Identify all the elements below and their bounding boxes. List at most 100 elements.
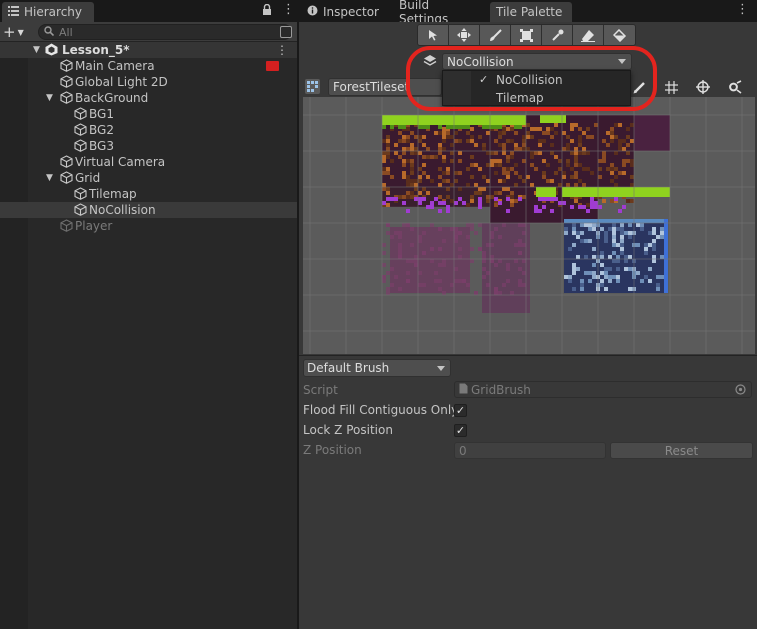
expand-arrow-icon[interactable]: ▼ <box>46 173 53 183</box>
expand-arrow-icon[interactable]: ▼ <box>33 45 40 55</box>
fill-tool-button[interactable] <box>604 25 635 45</box>
script-field[interactable]: GridBrush <box>454 381 752 398</box>
faded-speckle <box>438 263 442 267</box>
flood-fill-checkbox[interactable]: ✓ <box>454 404 467 417</box>
tree-row[interactable]: Virtual Camera <box>0 154 297 170</box>
tree-row[interactable]: Tilemap <box>0 186 297 202</box>
search-filter-icon[interactable] <box>280 26 292 38</box>
palette-dropdown[interactable]: ForestTileset <box>328 78 442 96</box>
add-object-button[interactable]: + ▼ <box>3 23 29 41</box>
faded-speckle <box>406 271 410 275</box>
z-position-input[interactable]: 0 <box>454 442 606 459</box>
gameobject-cube-icon <box>60 171 73 184</box>
dirt-speckle <box>486 151 490 155</box>
tab-build-settings[interactable]: Build Settings <box>393 0 487 26</box>
brush-dropdown[interactable]: Default Brush <box>303 359 451 377</box>
grid-icon <box>664 80 678 94</box>
stone-speckle <box>604 231 608 235</box>
stone-speckle <box>612 259 616 263</box>
palette-settings-button[interactable] <box>720 77 750 97</box>
tree-row[interactable]: Main Camera <box>0 58 297 74</box>
stone-speckle <box>572 223 576 227</box>
dirt-speckle <box>610 167 614 171</box>
faded-speckle <box>522 271 526 275</box>
faded-speckle <box>482 275 486 279</box>
gizmos-toggle-button[interactable] <box>688 77 718 97</box>
tile-palette-canvas[interactable] <box>303 97 755 354</box>
move-tool-button[interactable] <box>449 25 480 45</box>
faded-speckle <box>414 255 418 259</box>
dirt-speckle <box>402 151 406 155</box>
tree-row[interactable]: ▼ BackGround <box>0 90 297 106</box>
lock-z-checkbox[interactable]: ✓ <box>454 424 467 437</box>
tab-inspector[interactable]: Inspector <box>301 2 391 22</box>
paint-brush-tool-button[interactable] <box>480 25 511 45</box>
menu-item-nocollision[interactable]: ✓ NoCollision <box>443 71 630 88</box>
dirt-speckle <box>534 167 538 171</box>
reset-button[interactable]: Reset <box>610 442 753 459</box>
gameobject-cube-icon <box>74 139 87 152</box>
tileset-preview[interactable] <box>303 97 755 354</box>
stone-speckle <box>608 275 612 279</box>
dirt-speckle <box>390 159 394 163</box>
dirt-speckle <box>494 159 498 163</box>
dirt-speckle <box>470 195 474 199</box>
box-fill-tool-button[interactable] <box>511 25 542 45</box>
dirt-speckle <box>442 127 446 131</box>
dirt-speckle <box>474 191 478 195</box>
tree-row[interactable]: BG1 <box>0 106 297 122</box>
eraser-tool-button[interactable] <box>573 25 604 45</box>
select-tool-button[interactable] <box>418 25 449 45</box>
stone-speckle <box>660 235 664 239</box>
active-tilemap-dropdown[interactable]: NoCollision <box>442 53 632 70</box>
chevron-down-icon <box>618 59 626 64</box>
faded-speckle <box>418 283 422 287</box>
tree-row[interactable]: BG3 <box>0 138 297 154</box>
stone-speckle <box>572 287 576 291</box>
tree-row[interactable]: BG2 <box>0 122 297 138</box>
scene-options-icon[interactable]: ⋮ <box>276 43 288 57</box>
tree-row[interactable]: ▼ Grid <box>0 170 297 186</box>
dirt-speckle <box>454 171 458 175</box>
picker-tool-button[interactable] <box>542 25 573 45</box>
grid-toggle-button[interactable] <box>656 77 686 97</box>
tree-row-disabled[interactable]: Player <box>0 218 297 234</box>
dirt-speckle <box>482 147 486 151</box>
tree-row[interactable]: Global Light 2D <box>0 74 297 90</box>
faded-speckle <box>518 283 522 287</box>
dirt-speckle <box>570 151 574 155</box>
faded-speckle <box>498 259 502 263</box>
faded-speckle <box>486 271 490 275</box>
tile-palette-window: Inspector Build Settings Tile Palette ⋮ <box>299 0 757 629</box>
dirt-speckle <box>546 179 550 183</box>
dirt-speckle <box>610 139 614 143</box>
expand-arrow-icon[interactable]: ▼ <box>46 93 53 103</box>
stone-speckle <box>576 231 580 235</box>
more-options-icon[interactable]: ⋮ <box>282 2 295 17</box>
tab-inspector-label: Inspector <box>323 5 379 19</box>
tree-row-scene[interactable]: ▼ Lesson_5* ⋮ <box>0 42 297 58</box>
dirt-speckle <box>446 131 450 135</box>
tree-row-selected[interactable]: NoCollision <box>0 202 297 218</box>
purple-speckle <box>558 201 562 205</box>
stone-speckle <box>588 223 592 227</box>
dirt-speckle <box>562 131 566 135</box>
stone-edge <box>564 219 668 223</box>
tab-hierarchy[interactable]: Hierarchy <box>2 2 94 22</box>
menu-item-tilemap[interactable]: Tilemap <box>443 89 630 106</box>
lock-icon[interactable] <box>262 3 272 19</box>
more-options-icon[interactable]: ⋮ <box>736 2 749 17</box>
grass-shadow <box>518 125 522 129</box>
stone-speckle <box>640 279 644 283</box>
dirt-speckle <box>406 195 410 199</box>
purple-speckle <box>438 201 442 205</box>
stone-speckle <box>620 251 624 255</box>
dirt-speckle <box>490 195 494 199</box>
dirt-speckle <box>582 151 586 155</box>
tab-tile-palette[interactable]: Tile Palette <box>490 2 572 22</box>
purple-speckle <box>586 209 590 213</box>
faded-speckle <box>414 263 418 267</box>
dirt-speckle <box>614 123 618 127</box>
hierarchy-search-input[interactable]: All <box>38 24 292 40</box>
object-picker-icon[interactable] <box>735 384 746 398</box>
